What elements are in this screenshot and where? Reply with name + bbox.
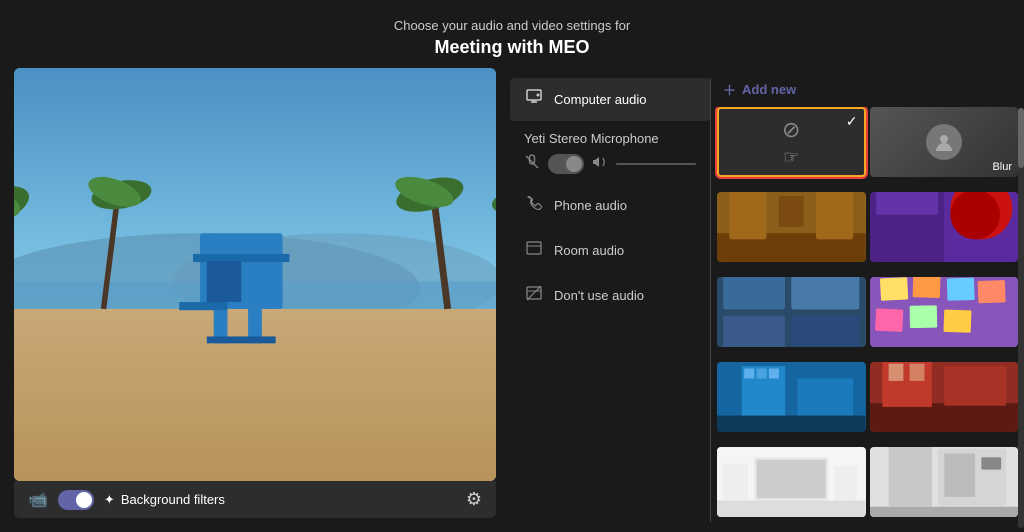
volume-bar[interactable] xyxy=(616,163,696,165)
video-controls: 📹 ✦ Background filters ⚙ xyxy=(14,481,496,518)
page-title: Meeting with MEO xyxy=(0,37,1024,58)
camera-icon: 📹 xyxy=(28,490,48,510)
background-office2-thumb[interactable] xyxy=(870,362,1019,432)
video-preview xyxy=(14,68,496,481)
scrollbar-thumb[interactable] xyxy=(1018,108,1024,168)
mic-controls xyxy=(524,154,696,174)
settings-icon[interactable]: ⚙ xyxy=(466,489,482,510)
phone-audio-label: Phone audio xyxy=(554,198,627,213)
audio-option-phone[interactable]: Phone audio xyxy=(510,184,710,227)
no-bg-icon: ⊘ ☞ xyxy=(782,109,800,175)
add-new-button[interactable]: ＋ Add new xyxy=(711,72,1024,107)
background-blur-thumb[interactable]: Blur xyxy=(870,107,1019,177)
blur-label: Blur xyxy=(992,161,1012,173)
audio-option-room[interactable]: Room audio xyxy=(510,229,710,272)
add-new-label: Add new xyxy=(742,82,796,97)
room-audio-icon xyxy=(524,239,544,262)
video-section: 📹 ✦ Background filters ⚙ xyxy=(0,68,510,532)
filters-icon: ✦ xyxy=(104,492,115,508)
background-white2-thumb[interactable] xyxy=(870,447,1019,517)
mic-toggle[interactable] xyxy=(548,154,584,174)
no-audio-icon xyxy=(524,284,544,307)
selected-checkmark: ✓ xyxy=(846,113,858,130)
add-icon: ＋ xyxy=(723,80,736,99)
top-bar: Choose your audio and video settings for… xyxy=(0,0,1024,68)
computer-audio-icon xyxy=(524,88,544,111)
backgrounds-grid: ⊘ ☞ ✓ Blur xyxy=(711,107,1024,528)
audio-section: Computer audio Yeti Stereo Microphone xyxy=(510,68,710,532)
phone-audio-icon xyxy=(524,194,544,217)
audio-option-computer[interactable]: Computer audio xyxy=(510,78,710,121)
mic-row: Yeti Stereo Microphone xyxy=(510,123,710,182)
blur-avatar xyxy=(926,124,962,160)
background-filters-label: Background filters xyxy=(121,492,225,507)
cursor-icon: ☞ xyxy=(783,147,799,168)
audio-option-none[interactable]: Don't use audio xyxy=(510,274,710,317)
background-art-thumb[interactable] xyxy=(870,192,1019,262)
background-room1-thumb[interactable] xyxy=(717,192,866,262)
scrollbar-track xyxy=(1018,108,1024,528)
background-notes-thumb[interactable] xyxy=(870,277,1019,347)
main-content: 📹 ✦ Background filters ⚙ Computer audio xyxy=(0,68,1024,532)
backgrounds-section: ＋ Add new ⊘ ☞ ✓ Blur xyxy=(711,68,1024,532)
page-subtitle: Choose your audio and video settings for xyxy=(0,18,1024,33)
background-office1-thumb[interactable] xyxy=(717,362,866,432)
camera-toggle[interactable] xyxy=(58,490,94,510)
mic-label: Yeti Stereo Microphone xyxy=(524,131,696,146)
background-pantone-thumb[interactable] xyxy=(717,277,866,347)
room-audio-label: Room audio xyxy=(554,243,624,258)
computer-audio-label: Computer audio xyxy=(554,92,647,107)
background-filters-button[interactable]: ✦ Background filters xyxy=(104,492,456,508)
background-none-thumb[interactable]: ⊘ ☞ ✓ xyxy=(717,107,866,177)
mic-mute-icon xyxy=(524,154,540,174)
background-white1-thumb[interactable] xyxy=(717,447,866,517)
no-audio-label: Don't use audio xyxy=(554,288,644,303)
volume-icon xyxy=(592,154,608,174)
